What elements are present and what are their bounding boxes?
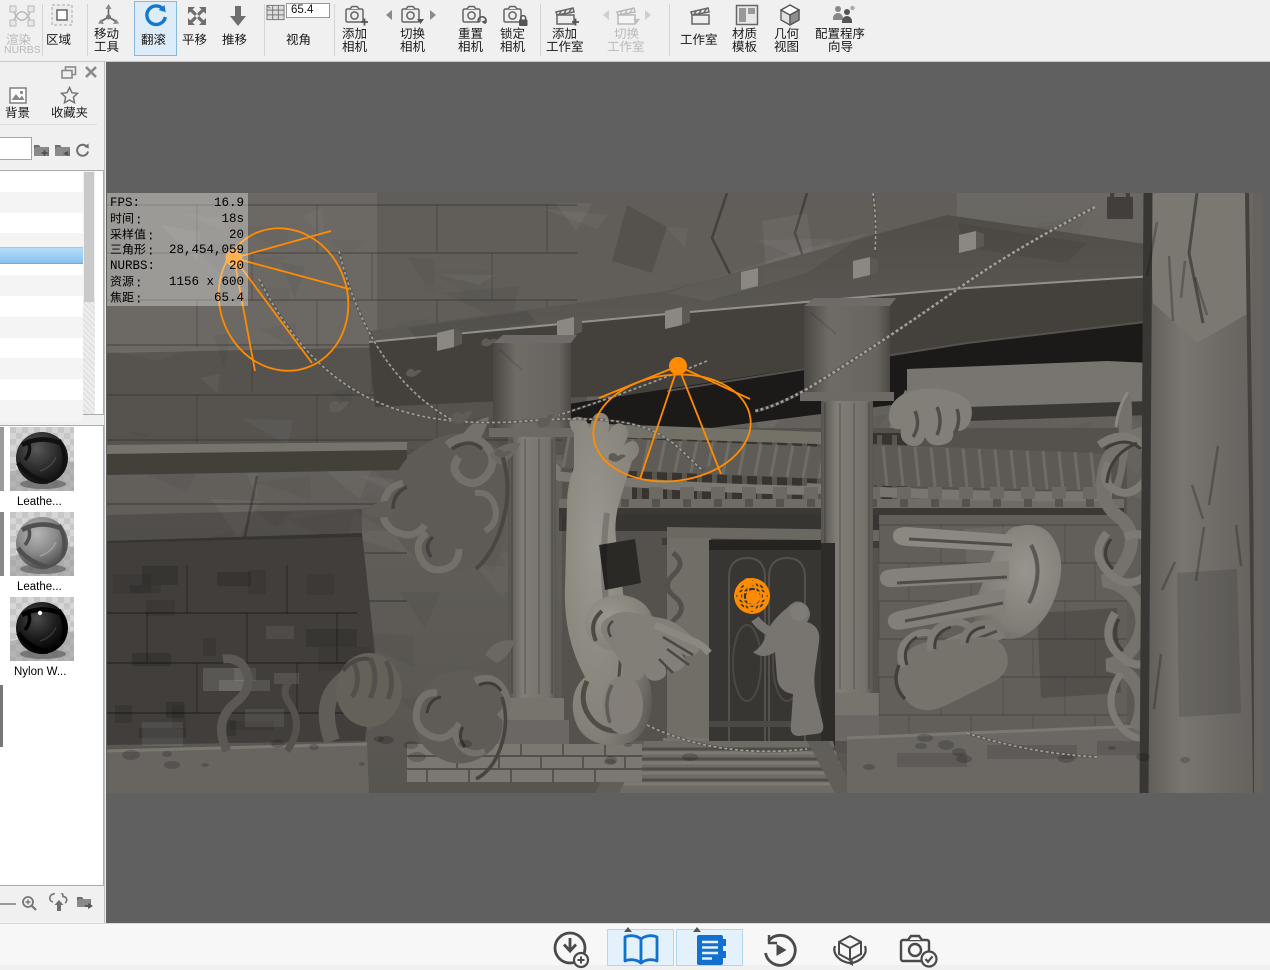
svg-text::: : (147, 245, 154, 258)
svg-text::: : (147, 229, 154, 242)
svg-text::: : (135, 277, 142, 290)
svg-text::: : (135, 213, 142, 226)
svg-text::: : (135, 292, 142, 305)
